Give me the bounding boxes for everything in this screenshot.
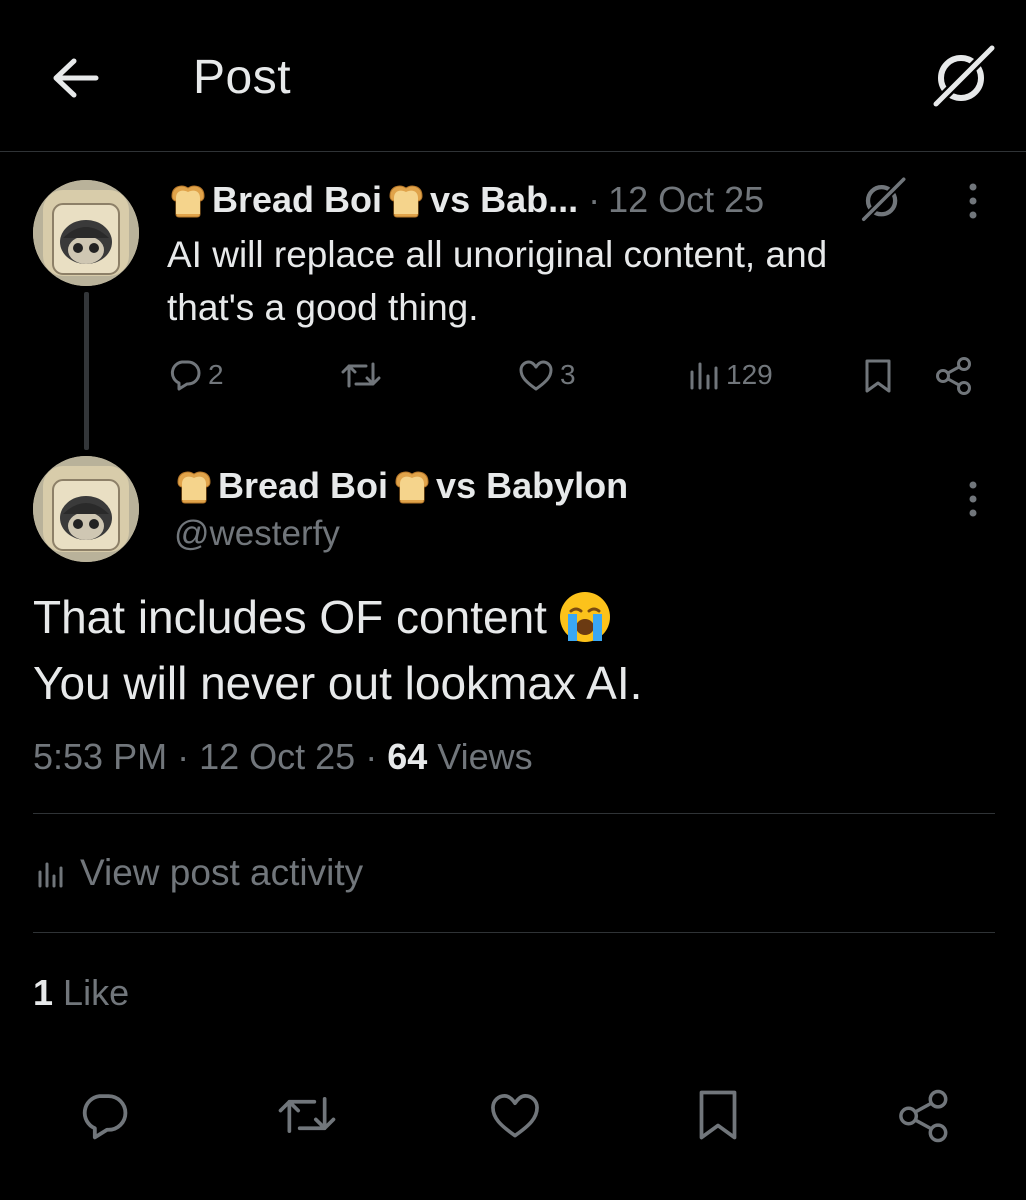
more-vertical-icon: [969, 481, 977, 517]
post-date[interactable]: 12 Oct 25: [608, 179, 764, 221]
likes-count: 1: [33, 972, 54, 1013]
more-vertical-icon: [969, 183, 977, 219]
heart-icon: [491, 1094, 539, 1138]
display-name-suffix[interactable]: vs Bab...: [430, 179, 578, 221]
page-title: Post: [193, 51, 292, 104]
thread-line: [84, 292, 89, 450]
repost-button[interactable]: [276, 1090, 338, 1145]
views-count: 64: [387, 736, 428, 777]
post-date: 12 Oct 25: [199, 736, 356, 777]
share-button[interactable]: [896, 1088, 952, 1149]
display-name[interactable]: Bread Boi: [218, 465, 388, 507]
views-label: Views: [437, 736, 533, 777]
share-button[interactable]: [934, 356, 974, 401]
bookmark-button[interactable]: [862, 358, 894, 399]
back-button[interactable]: [48, 50, 104, 106]
reply-icon: [170, 360, 201, 391]
reply-button[interactable]: [78, 1090, 130, 1147]
post-meta: 5:53 PM · 12 Oct 25 · 64 Views: [33, 736, 533, 777]
likes-summary[interactable]: 1 Like: [33, 972, 129, 1014]
like-button[interactable]: 3: [518, 358, 576, 392]
main-post-author: Bread Boi vs Babylon: [170, 464, 628, 508]
post-text: That includes OF content You will never …: [33, 591, 643, 709]
bread-emoji: [392, 468, 432, 504]
heart-icon: [519, 360, 553, 391]
repost-button[interactable]: [340, 358, 382, 392]
view-post-activity-label: View post activity: [80, 852, 364, 893]
share-icon: [899, 1089, 948, 1143]
display-name-suffix[interactable]: vs Babylon: [436, 465, 628, 507]
bread-emoji: [386, 182, 426, 218]
likes-label: Like: [63, 972, 130, 1013]
repost-icon: [341, 362, 381, 388]
reply-button[interactable]: 2: [168, 358, 224, 392]
bookmark-icon: [699, 1090, 737, 1140]
views-icon: [38, 862, 63, 888]
bookmark-icon: [865, 359, 891, 393]
separator: ·: [588, 179, 601, 220]
arrow-left-icon: [53, 58, 99, 98]
divider: [33, 932, 995, 933]
more-button[interactable]: [958, 180, 988, 222]
avatar[interactable]: [33, 180, 139, 286]
display-name[interactable]: Bread Boi: [212, 179, 382, 221]
reply-count: 2: [208, 359, 224, 390]
repost-icon: [278, 1096, 336, 1134]
bookmark-button[interactable]: [694, 1088, 742, 1147]
share-icon: [936, 357, 971, 395]
view-post-activity-link[interactable]: View post activity: [36, 852, 363, 894]
post-time: 5:53 PM: [33, 736, 168, 777]
grok-icon: [858, 176, 908, 224]
post-text: AI will replace all unoriginal content, …: [167, 234, 828, 328]
like-count: 3: [560, 359, 576, 390]
parent-post-header: Bread Boi vs Bab... · 12 Oct 25: [164, 178, 764, 222]
reply-icon: [82, 1094, 128, 1140]
views-button[interactable]: 129: [688, 358, 773, 392]
top-bar: Post: [0, 0, 1026, 152]
avatar[interactable]: [33, 456, 139, 562]
grok-icon: [928, 44, 998, 110]
like-button[interactable]: [488, 1090, 542, 1145]
divider: [33, 813, 995, 814]
more-button[interactable]: [958, 478, 988, 520]
bread-emoji: [168, 182, 208, 218]
views-icon: [690, 362, 718, 390]
grok-button[interactable]: [928, 44, 998, 110]
grok-button[interactable]: [858, 176, 908, 224]
user-handle[interactable]: @westerfy: [174, 514, 340, 554]
bread-emoji: [174, 468, 214, 504]
crying-face-emoji: [559, 592, 610, 642]
views-count: 129: [726, 359, 773, 390]
